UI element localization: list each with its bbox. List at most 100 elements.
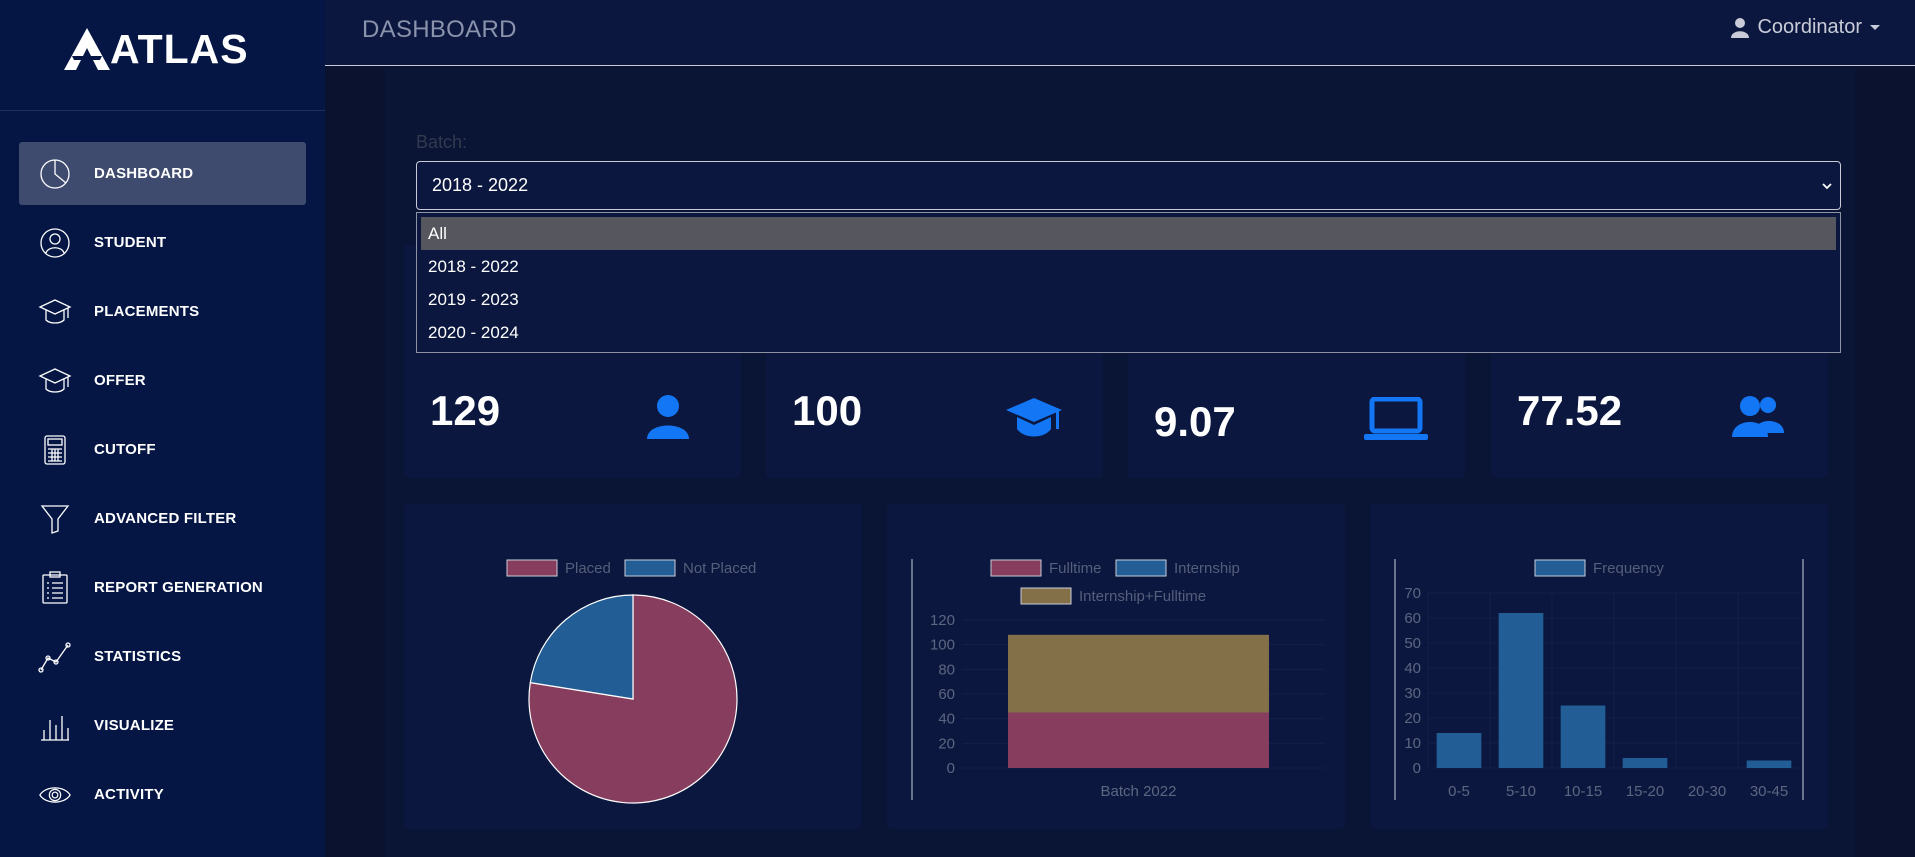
sidebar: ATLAS DASHBOARD STUDENT PLACEMENTS OFFER… xyxy=(0,0,325,857)
sidebar-item-visualize[interactable]: VISUALIZE xyxy=(19,694,306,757)
y-tick-label: 20 xyxy=(1404,710,1421,727)
batch-option-2019-2023[interactable]: 2019 - 2023 xyxy=(421,283,1836,316)
offer-type-bar-chart: Fulltime Internship Internship+Fulltime 0 20… xyxy=(911,559,1325,800)
x-tick-label: 10-15 xyxy=(1564,783,1602,800)
clipboard-icon xyxy=(38,570,72,605)
legend-not-placed-label[interactable]: Not Placed xyxy=(683,560,756,577)
batch-dropdown: All 2018 - 2022 2019 - 2023 2020 - 2024 xyxy=(416,212,1841,353)
sidebar-item-label: REPORT GENERATION xyxy=(94,579,263,596)
sidebar-item-label: OFFER xyxy=(94,372,146,389)
x-tick-label: 5-10 xyxy=(1506,783,1536,800)
placement-pie-chart: Placed Not Placed xyxy=(506,559,756,804)
sidebar-item-report-generation[interactable]: REPORT GENERATION xyxy=(19,556,306,619)
legend-frequency-swatch[interactable] xyxy=(1534,559,1586,577)
sidebar-item-label: CUTOFF xyxy=(94,441,156,458)
sidebar-item-label: DASHBOARD xyxy=(94,165,194,182)
y-tick-label: 40 xyxy=(938,711,955,728)
chart-card-placement-pie: Placed Not Placed xyxy=(404,504,862,829)
user-icon xyxy=(1731,17,1750,38)
app-name: ATLAS xyxy=(110,25,249,72)
y-tick-label: 120 xyxy=(930,612,955,629)
chart-card-frequency: Frequency 0 10 20 30 40 50 60 70 0-5 5-10 10-15 15-2… xyxy=(1370,504,1828,829)
legend-internship-fulltime-swatch[interactable] xyxy=(1020,587,1072,605)
y-tick-label: 50 xyxy=(1404,635,1421,652)
frequency-bar-chart: Frequency 0 10 20 30 40 50 60 70 0-5 5-10 10-15 15-2… xyxy=(1394,559,1804,800)
batch-option-2018-2022[interactable]: 2018 - 2022 xyxy=(421,250,1836,283)
chevron-down-icon xyxy=(1870,25,1880,30)
bar-chart-icon xyxy=(38,709,72,743)
user-name: Coordinator xyxy=(1757,16,1862,38)
graduation-cap-icon xyxy=(38,364,72,398)
batch-option-all[interactable]: All xyxy=(421,217,1836,250)
stat-value: 129 xyxy=(430,387,501,434)
eye-icon xyxy=(38,778,72,812)
graduation-cap-icon xyxy=(1006,398,1062,437)
y-tick-label: 100 xyxy=(930,637,955,654)
sidebar-item-student[interactable]: STUDENT xyxy=(19,211,306,274)
bar-frequency[interactable] xyxy=(1746,760,1792,769)
atlas-logo-icon xyxy=(64,28,110,70)
x-tick-label: 20-30 xyxy=(1688,783,1726,800)
bar-frequency[interactable] xyxy=(1622,758,1668,768)
x-tick-label: 15-20 xyxy=(1626,783,1664,800)
sidebar-item-cutoff[interactable]: CUTOFF xyxy=(19,418,306,481)
bar-frequency[interactable] xyxy=(1498,613,1544,768)
bar-frequency[interactable] xyxy=(1560,705,1606,769)
top-header: DASHBOARD Coordinator xyxy=(325,0,1915,66)
batch-select-value: 2018 - 2022 xyxy=(432,175,529,195)
sidebar-item-activity[interactable]: ACTIVITY xyxy=(19,763,306,826)
graduation-cap-icon xyxy=(38,295,72,329)
legend-internship-label[interactable]: Internship xyxy=(1174,560,1240,577)
sidebar-item-offer[interactable]: OFFER xyxy=(19,349,306,412)
legend-internship-fulltime-label[interactable]: Internship+Fulltime xyxy=(1079,588,1206,605)
x-tick-label: 30-45 xyxy=(1750,783,1788,800)
users-icon xyxy=(1732,396,1784,437)
sidebar-item-statistics[interactable]: STATISTICS xyxy=(19,625,306,688)
sidebar-item-label: STATISTICS xyxy=(94,648,182,665)
batch-select[interactable]: 2018 - 2022 xyxy=(416,161,1841,210)
stat-value: 100 xyxy=(792,387,863,434)
sidebar-divider xyxy=(0,110,325,111)
legend-frequency-label[interactable]: Frequency xyxy=(1593,560,1664,577)
filter-icon xyxy=(38,502,72,536)
batch-option-2020-2024[interactable]: 2020 - 2024 xyxy=(421,316,1836,349)
sidebar-item-label: VISUALIZE xyxy=(94,717,175,734)
legend-internship-swatch[interactable] xyxy=(1115,559,1167,577)
line-chart-icon xyxy=(38,640,72,674)
calculator-icon xyxy=(38,433,72,467)
laptop-icon xyxy=(1364,397,1428,440)
legend-fulltime-label[interactable]: Fulltime xyxy=(1049,560,1102,577)
y-tick-label: 70 xyxy=(1404,585,1421,602)
stat-value: 9.07 xyxy=(1154,398,1236,445)
y-tick-label: 10 xyxy=(1404,735,1421,752)
sidebar-nav: DASHBOARD STUDENT PLACEMENTS OFFER CUTOF… xyxy=(19,142,306,832)
x-tick-label: 0-5 xyxy=(1448,783,1470,800)
y-tick-label: 80 xyxy=(938,661,955,678)
page-title: DASHBOARD xyxy=(362,16,517,43)
y-tick-label: 0 xyxy=(947,760,955,777)
user-menu[interactable]: Coordinator xyxy=(1731,16,1880,39)
chevron-down-icon xyxy=(1822,183,1832,190)
pie-slice-not-placed[interactable] xyxy=(529,594,634,700)
user-icon xyxy=(38,226,72,260)
bar-frequency[interactable] xyxy=(1436,733,1482,768)
sidebar-item-label: ACTIVITY xyxy=(94,786,164,803)
bar-fulltime[interactable] xyxy=(1008,712,1269,769)
y-tick-label: 40 xyxy=(1404,660,1421,677)
stat-value: 77.52 xyxy=(1517,387,1623,434)
sidebar-item-dashboard[interactable]: DASHBOARD xyxy=(19,142,306,205)
pie-chart-icon xyxy=(38,157,72,191)
legend-fulltime-swatch[interactable] xyxy=(990,559,1042,577)
app-logo[interactable]: ATLAS xyxy=(62,24,249,74)
bar-internship-fulltime[interactable] xyxy=(1008,634,1269,713)
legend-placed-swatch[interactable] xyxy=(506,559,558,577)
sidebar-item-placements[interactable]: PLACEMENTS xyxy=(19,280,306,343)
legend-not-placed-swatch[interactable] xyxy=(624,559,676,577)
y-tick-label: 30 xyxy=(1404,685,1421,702)
sidebar-item-label: STUDENT xyxy=(94,234,167,251)
sidebar-item-advanced-filter[interactable]: ADVANCED FILTER xyxy=(19,487,306,550)
y-tick-label: 60 xyxy=(1404,610,1421,627)
y-tick-label: 20 xyxy=(938,735,955,752)
legend-placed-label[interactable]: Placed xyxy=(565,560,611,577)
batch-label: Batch: xyxy=(416,132,468,152)
